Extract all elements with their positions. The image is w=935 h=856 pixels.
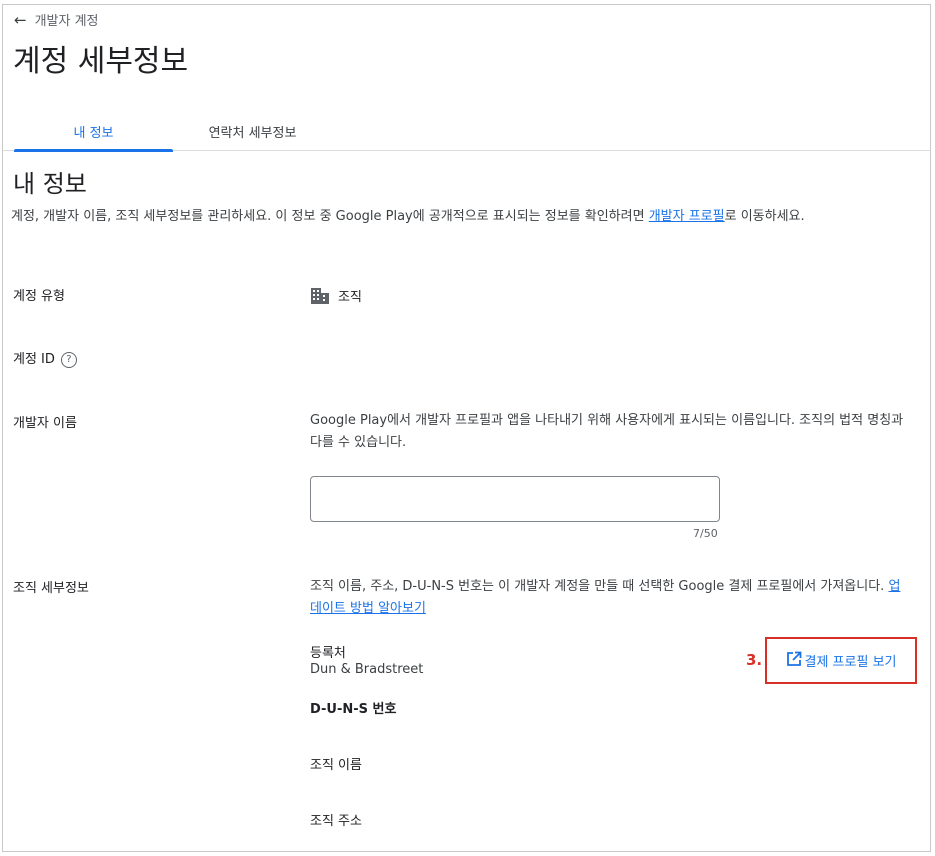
active-tab-indicator: [14, 149, 173, 152]
org-name-label: 조직 이름: [310, 758, 362, 773]
character-counter: 7/50: [693, 527, 718, 540]
tab-my-info[interactable]: 내 정보: [14, 122, 173, 141]
page-title: 계정 세부정보: [13, 44, 189, 79]
view-payment-profile-button[interactable]: 결제 프로필 보기: [765, 637, 917, 684]
developer-name-input[interactable]: [310, 476, 720, 522]
account-id-label-text: 계정 ID: [13, 352, 55, 367]
section-title: 내 정보: [13, 170, 87, 198]
help-icon[interactable]: ?: [60, 351, 77, 368]
account-type-text: 조직: [338, 290, 362, 305]
account-type-value: 조직: [310, 286, 362, 309]
org-details-description: 조직 이름, 주소, D-U-N-S 번호는 이 개발자 계정을 만들 때 선택…: [310, 576, 910, 620]
step-marker: 3.: [746, 651, 763, 669]
back-link[interactable]: ← 개발자 계정: [14, 10, 99, 30]
org-details-label: 조직 세부정보: [13, 581, 89, 596]
tab-bar: 내 정보 연락처 세부정보: [3, 115, 930, 152]
view-payment-profile-label[interactable]: 결제 프로필 보기: [805, 651, 897, 670]
developer-name-description: Google Play에서 개발자 프로필과 앱을 나타내기 위해 사용자에게 …: [310, 413, 904, 450]
org-desc-text: 조직 이름, 주소, D-U-N-S 번호는 이 개발자 계정을 만들 때 선택…: [310, 579, 889, 594]
open-in-new-icon: [786, 651, 805, 671]
section-description: 계정, 개발자 이름, 조직 세부정보를 관리하세요. 이 정보 중 Googl…: [11, 206, 911, 228]
building-icon: [310, 287, 330, 309]
account-type-label: 계정 유형: [13, 289, 65, 304]
developer-name-label: 개발자 이름: [13, 416, 77, 431]
section-desc-text: 계정, 개발자 이름, 조직 세부정보를 관리하세요. 이 정보 중 Googl…: [11, 209, 649, 224]
org-address-label: 조직 주소: [310, 814, 362, 829]
tab-contact-details[interactable]: 연락처 세부정보: [173, 122, 332, 141]
back-arrow-icon[interactable]: ←: [14, 11, 27, 29]
duns-label: D-U-N-S 번호: [310, 702, 397, 717]
registry-label: 등록처: [310, 646, 346, 661]
section-desc-text-end: 로 이동하세요.: [724, 209, 805, 224]
back-link-label[interactable]: 개발자 계정: [35, 10, 99, 29]
account-id-label: 계정 ID?: [13, 348, 77, 368]
registry-value: Dun & Bradstreet: [310, 662, 424, 677]
developer-profile-link[interactable]: 개발자 프로필: [649, 209, 725, 224]
